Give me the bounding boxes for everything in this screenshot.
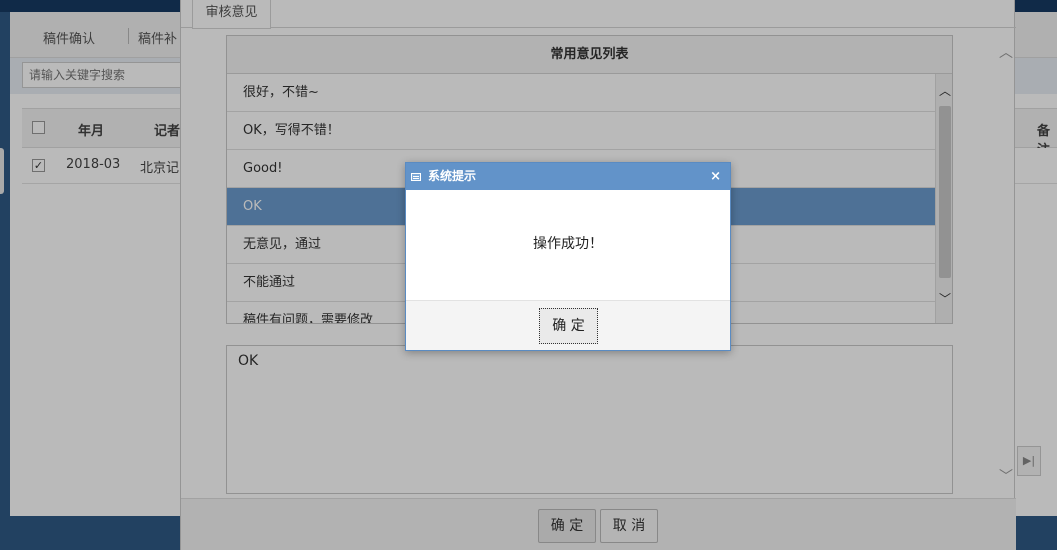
message-box-title-bar: 系统提示 × <box>406 163 730 190</box>
window-icon <box>411 173 421 181</box>
message-box-footer: 确 定 <box>406 300 730 350</box>
system-message-box: 系统提示 × 操作成功！ 确 定 <box>405 162 731 351</box>
close-icon[interactable]: × <box>710 163 721 190</box>
ok-button[interactable]: 确 定 <box>539 308 598 344</box>
message-box-title: 系统提示 <box>428 169 477 183</box>
message-text: 操作成功！ <box>533 236 603 252</box>
